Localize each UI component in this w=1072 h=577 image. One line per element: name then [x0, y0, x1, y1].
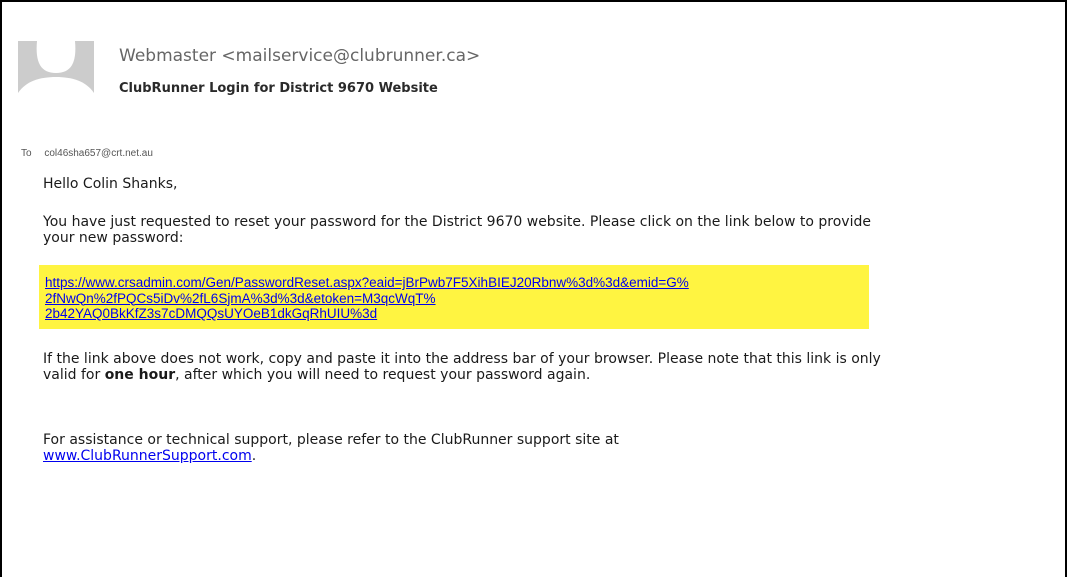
reset-link-line: 2b42YAQ0BkKfZ3s7cDMQQsUYOeB1dkGqRhUIU%3d: [45, 306, 378, 321]
sender-name[interactable]: Webmaster <mailservice@clubrunner.ca>: [119, 46, 480, 66]
greeting: Hello Colin Shanks,: [43, 176, 178, 192]
reset-link-line: 2fNwQn%2fPQCs5iDv%2fL6SjmA%3d%3d&etoken=…: [45, 290, 436, 306]
reset-request-paragraph: You have just requested to reset your pa…: [43, 214, 871, 246]
email-header: Webmaster <mailservice@clubrunner.ca> Cl…: [18, 40, 1018, 159]
link-instructions-paragraph: If the link above does not work, copy an…: [43, 351, 903, 383]
recipient-row: To col46sha657@crt.net.au: [21, 148, 153, 159]
support-site-link[interactable]: www.ClubRunnerSupport.com: [43, 448, 252, 464]
validity-duration: one hour: [104, 367, 176, 383]
highlighted-link-box: https://www.crsadmin.com/Gen/PasswordRes…: [39, 265, 869, 329]
support-paragraph: For assistance or technical support, ple…: [43, 432, 903, 464]
reset-link-line: https://www.crsadmin.com/Gen/PasswordRes…: [45, 275, 689, 290]
person-silhouette-icon: [18, 41, 94, 101]
support-period: .: [251, 448, 257, 464]
support-text: For assistance or technical support, ple…: [43, 432, 619, 448]
password-reset-link[interactable]: https://www.crsadmin.com/Gen/PasswordRes…: [45, 275, 875, 322]
email-reading-pane: Webmaster <mailservice@clubrunner.ca> Cl…: [0, 0, 1067, 577]
to-label: To: [21, 148, 32, 159]
instructions-text-end: , after which you will need to request y…: [175, 367, 591, 383]
recipient-address[interactable]: col46sha657@crt.net.au: [44, 148, 153, 159]
email-subject: ClubRunner Login for District 9670 Websi…: [119, 81, 438, 96]
avatar: [18, 41, 94, 101]
